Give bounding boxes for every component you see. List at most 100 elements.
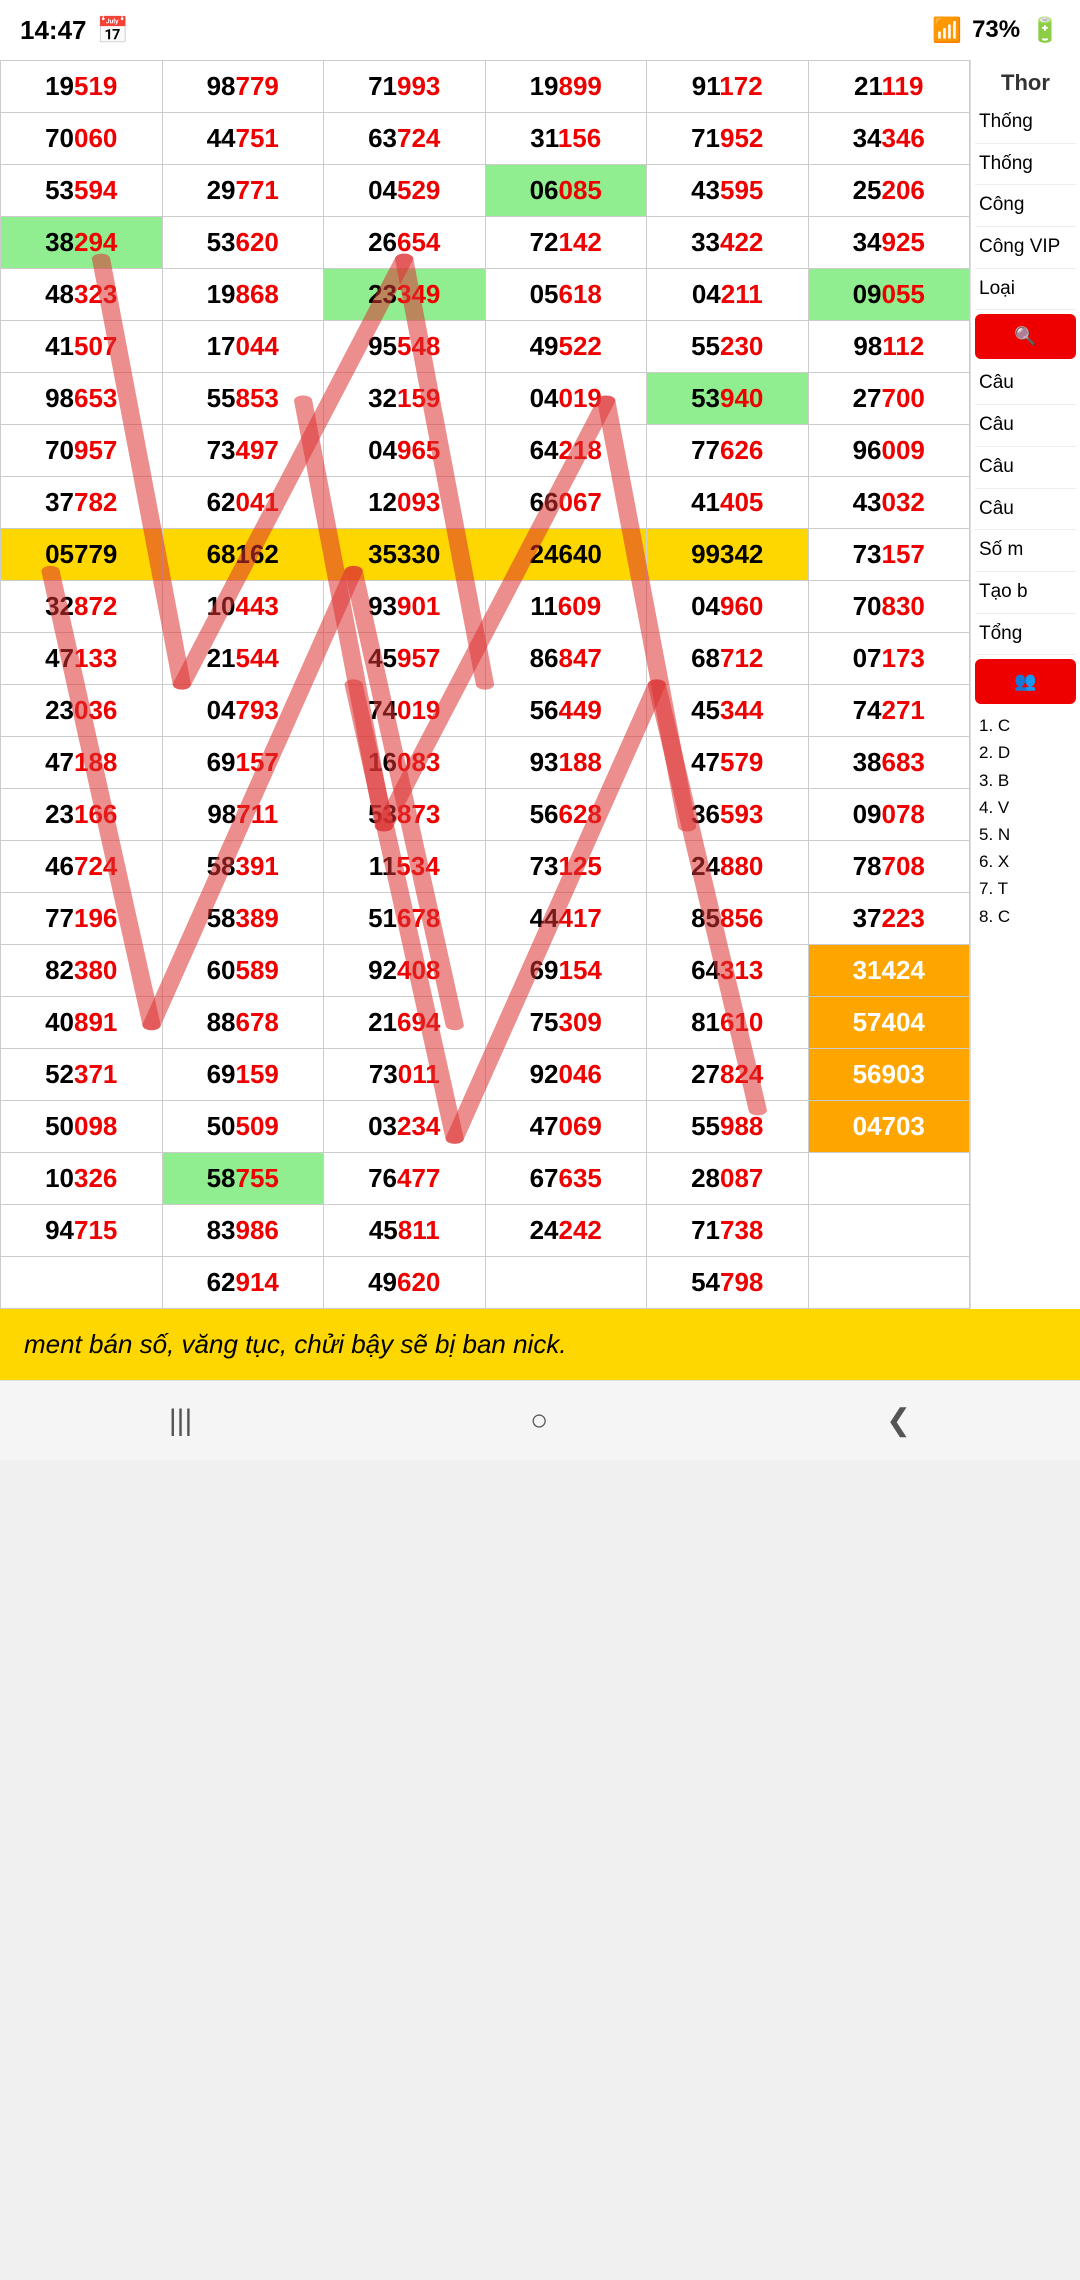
table-cell: 77626 xyxy=(647,425,809,477)
table-cell: 98112 xyxy=(808,321,970,373)
table-cell: 45811 xyxy=(324,1205,486,1257)
table-cell: 69154 xyxy=(485,945,647,997)
table-cell: 10443 xyxy=(162,581,324,633)
table-cell: 60589 xyxy=(162,945,324,997)
sidebar-item-som[interactable]: Số m xyxy=(975,530,1076,572)
table-cell: 16083 xyxy=(324,737,486,789)
table-cell: 04529 xyxy=(324,165,486,217)
table-cell: 98653 xyxy=(1,373,163,425)
table-cell: 73157 xyxy=(808,529,970,581)
menu-nav-btn[interactable]: ||| xyxy=(129,1394,232,1448)
back-nav-btn[interactable]: ❮ xyxy=(846,1393,951,1448)
sidebar-item-cau2[interactable]: Câu xyxy=(975,405,1076,447)
table-cell: 58389 xyxy=(162,893,324,945)
table-row: 471886915716083931884757938683 xyxy=(1,737,970,789)
table-cell: 34346 xyxy=(808,113,970,165)
table-cell: 93188 xyxy=(485,737,647,789)
sidebar-item-cong1[interactable]: Công xyxy=(975,185,1076,227)
table-cell: 04965 xyxy=(324,425,486,477)
search-btn[interactable]: 🔍 xyxy=(975,314,1076,359)
table-cell: 29771 xyxy=(162,165,324,217)
table-cell: 76477 xyxy=(324,1153,486,1205)
table-cell: 94715 xyxy=(1,1205,163,1257)
table-cell: 73011 xyxy=(324,1049,486,1101)
lottery-table: 1951998779719931989991172211197006044751… xyxy=(0,60,970,1309)
table-cell: 85856 xyxy=(647,893,809,945)
main-layout: 1951998779719931989991172211197006044751… xyxy=(0,60,1080,1309)
table-cell: 38683 xyxy=(808,737,970,789)
table-cell: 58755 xyxy=(162,1153,324,1205)
sidebar-item-cau3[interactable]: Câu xyxy=(975,447,1076,489)
table-cell: 78708 xyxy=(808,841,970,893)
table-row: 377826204112093660674140543032 xyxy=(1,477,970,529)
table-cell: 74019 xyxy=(324,685,486,737)
table-cell: 71738 xyxy=(647,1205,809,1257)
table-row: 408918867821694753098161057404 xyxy=(1,997,970,1049)
table-cell: 96009 xyxy=(808,425,970,477)
table-cell: 55230 xyxy=(647,321,809,373)
table-cell: 49620 xyxy=(324,1257,486,1309)
table-area: 1951998779719931989991172211197006044751… xyxy=(0,60,970,1309)
table-cell: 77196 xyxy=(1,893,163,945)
table-cell: 88678 xyxy=(162,997,324,1049)
nav-bar: ||| ○ ❮ xyxy=(0,1380,1080,1460)
status-bar: 14:47 📅 📶 73% 🔋 xyxy=(0,0,1080,60)
table-cell: 28087 xyxy=(647,1153,809,1205)
table-cell: 56903 xyxy=(808,1049,970,1101)
sidebar-item-loai[interactable]: Loại xyxy=(975,269,1076,311)
table-cell: 52371 xyxy=(1,1049,163,1101)
sidebar-item-cau1[interactable]: Câu xyxy=(975,363,1076,405)
table-cell: 23166 xyxy=(1,789,163,841)
table-cell: 73125 xyxy=(485,841,647,893)
table-cell: 92408 xyxy=(324,945,486,997)
table-cell: 31156 xyxy=(485,113,647,165)
home-nav-btn[interactable]: ○ xyxy=(490,1394,588,1448)
table-cell: 74271 xyxy=(808,685,970,737)
table-row: 986535585332159040195394027700 xyxy=(1,373,970,425)
table-cell: 92046 xyxy=(485,1049,647,1101)
table-cell: 70957 xyxy=(1,425,163,477)
table-row: 483231986823349056180421109055 xyxy=(1,269,970,321)
group-btn[interactable]: 👥 xyxy=(975,659,1076,704)
sidebar-item-cau4[interactable]: Câu xyxy=(975,489,1076,531)
table-row: 9471583986458112424271738 xyxy=(1,1205,970,1257)
sidebar-item-tong[interactable]: Tổng xyxy=(975,614,1076,656)
table-cell: 47188 xyxy=(1,737,163,789)
table-row: 535942977104529060854359525206 xyxy=(1,165,970,217)
table-cell: 99342 xyxy=(647,529,809,581)
sidebar-item-thong1[interactable]: Thống xyxy=(975,102,1076,144)
sidebar-item-tao[interactable]: Tạo b xyxy=(975,572,1076,614)
table-cell: 73497 xyxy=(162,425,324,477)
table-cell: 93901 xyxy=(324,581,486,633)
thor-label: Thor xyxy=(975,64,1076,102)
sidebar-item-thong2[interactable]: Thống xyxy=(975,144,1076,186)
table-cell: 26654 xyxy=(324,217,486,269)
table-cell: 69157 xyxy=(162,737,324,789)
table-cell: 75309 xyxy=(485,997,647,1049)
table-cell xyxy=(485,1257,647,1309)
table-cell: 35330 xyxy=(324,529,486,581)
table-cell: 24640 xyxy=(485,529,647,581)
table-row: 195199877971993198999117221119 xyxy=(1,61,970,113)
table-cell: 23349 xyxy=(324,269,486,321)
table-cell: 33422 xyxy=(647,217,809,269)
table-cell: 11534 xyxy=(324,841,486,893)
table-cell: 41405 xyxy=(647,477,809,529)
search-icon: 🔍 xyxy=(1014,326,1036,346)
table-cell xyxy=(1,1257,163,1309)
table-row: 823806058992408691546431331424 xyxy=(1,945,970,997)
table-cell: 49522 xyxy=(485,321,647,373)
sidebar-item-congvip[interactable]: Công VIP xyxy=(975,227,1076,269)
table-row: 467245839111534731252488078708 xyxy=(1,841,970,893)
table-cell: 64313 xyxy=(647,945,809,997)
table-cell: 69159 xyxy=(162,1049,324,1101)
table-cell: 05618 xyxy=(485,269,647,321)
table-cell: 27824 xyxy=(647,1049,809,1101)
table-cell: 95548 xyxy=(324,321,486,373)
table-cell: 72142 xyxy=(485,217,647,269)
table-row: 230360479374019564494534474271 xyxy=(1,685,970,737)
table-cell: 62041 xyxy=(162,477,324,529)
signal-icon: 📶 xyxy=(932,16,962,45)
table-cell: 36593 xyxy=(647,789,809,841)
battery-icon: 🔋 xyxy=(1030,16,1060,45)
